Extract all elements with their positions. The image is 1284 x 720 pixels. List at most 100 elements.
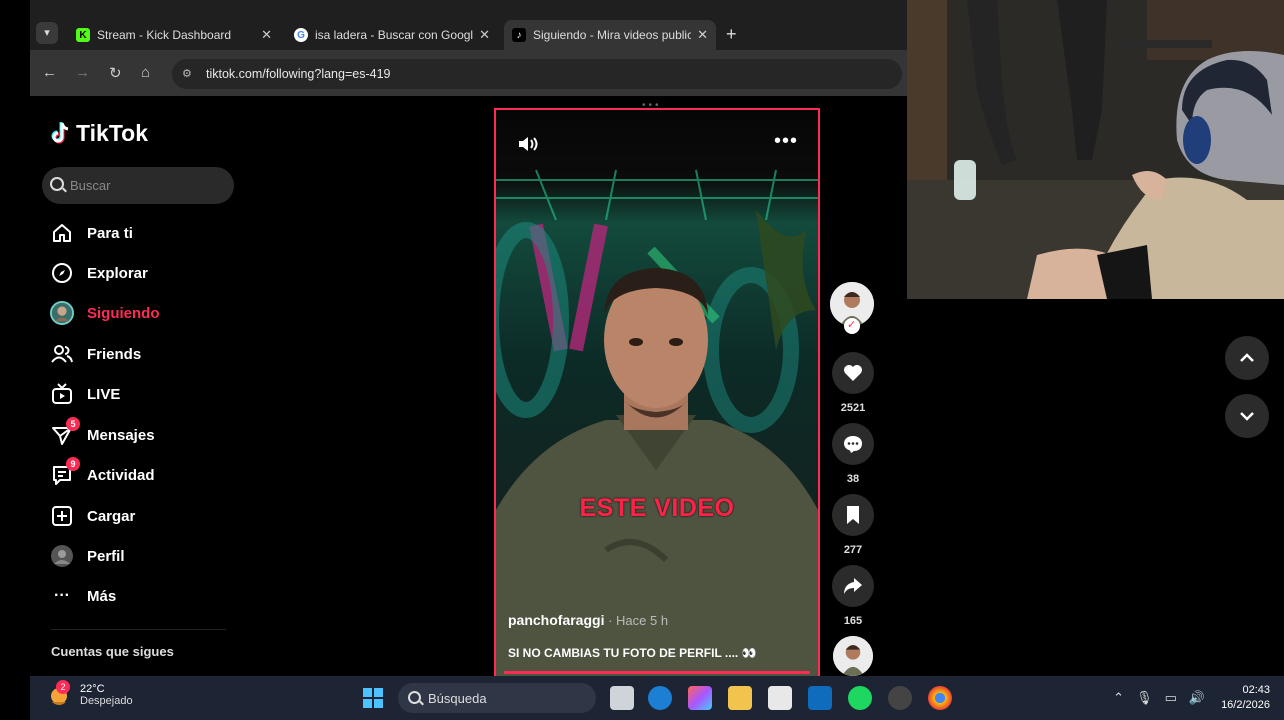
- video-author[interactable]: panchofaraggi · Hace 5 h: [508, 612, 668, 628]
- compass-icon: [50, 261, 74, 285]
- nav-label: Más: [87, 587, 117, 605]
- weather-condition: Despejado: [80, 695, 133, 707]
- home-browser-icon[interactable]: ⌂: [141, 64, 150, 81]
- windows-start-icon[interactable]: [362, 687, 384, 709]
- tab-close-icon[interactable]: ✕: [261, 27, 272, 43]
- like-count: 2521: [840, 402, 866, 414]
- search-icon: [408, 691, 421, 704]
- search-input[interactable]: Buscar: [42, 167, 234, 204]
- task-view-icon[interactable]: [610, 686, 634, 710]
- back-icon[interactable]: ←: [42, 64, 57, 81]
- webcam-overlay: [907, 0, 1284, 299]
- comment-count: 38: [846, 473, 860, 485]
- app-icon[interactable]: [888, 686, 912, 710]
- clock[interactable]: 02:43 16/2/2026: [1221, 683, 1270, 713]
- weather-widget[interactable]: 2 22°C Despejado: [46, 680, 133, 708]
- network-icon[interactable]: ▭: [1165, 690, 1177, 706]
- video-player[interactable]: ••• ESTE VIDEO panchofaraggi · Hace 5 h …: [494, 108, 820, 678]
- creator-avatar[interactable]: [833, 636, 873, 676]
- like-action[interactable]: 2521: [831, 352, 875, 414]
- google-icon: G: [294, 28, 308, 42]
- nav-label: Para ti: [87, 224, 133, 242]
- save-action[interactable]: 277: [831, 494, 875, 556]
- sidebar-divider: [51, 629, 226, 630]
- nav-item-para-ti[interactable]: Para ti: [50, 219, 133, 247]
- volume-icon[interactable]: [516, 132, 540, 156]
- previous-video-button[interactable]: [1225, 336, 1269, 380]
- logo-text: TikTok: [76, 120, 148, 146]
- live-tv-icon: [50, 382, 74, 406]
- chevron-up-icon: [1240, 353, 1254, 362]
- share-icon[interactable]: [832, 565, 874, 607]
- tab-search-menu-button[interactable]: ▾: [36, 22, 58, 44]
- new-tab-button[interactable]: +: [726, 24, 737, 45]
- nav-label: Siguiendo: [87, 304, 160, 322]
- comment-icon[interactable]: [832, 423, 874, 465]
- heart-icon[interactable]: [832, 352, 874, 394]
- video-overlay-caption: ESTE VIDEO: [579, 494, 735, 522]
- tab-close-icon[interactable]: ✕: [697, 27, 708, 43]
- following-accounts-header: Cuentas que sigues: [51, 644, 174, 659]
- next-video-button[interactable]: [1225, 394, 1269, 438]
- nav-item-actividad[interactable]: 9 Actividad: [50, 457, 155, 489]
- store-icon[interactable]: [768, 686, 792, 710]
- video-progress-bar[interactable]: [504, 671, 810, 674]
- bookmark-icon[interactable]: [832, 494, 874, 536]
- video-description: SI NO CAMBIAS TU FOTO DE PERFIL .... 👀: [508, 646, 757, 660]
- share-action[interactable]: 165: [831, 565, 875, 627]
- nav-item-mas[interactable]: ··· Más: [50, 582, 116, 610]
- system-tray: ⌃ 🎙 ▭ 🔊 02:43 16/2/2026: [1107, 676, 1270, 720]
- home-icon: [50, 221, 74, 245]
- edge-icon[interactable]: [648, 686, 672, 710]
- microphone-icon[interactable]: 🎙: [1136, 690, 1153, 706]
- chevron-up-icon[interactable]: ⌃: [1113, 690, 1124, 706]
- nav-label: Actividad: [87, 466, 155, 484]
- save-count: 277: [843, 544, 863, 556]
- file-explorer-icon[interactable]: [728, 686, 752, 710]
- address-bar[interactable]: ⚙ tiktok.com/following?lang=es-419: [172, 59, 902, 89]
- tiktok-logo[interactable]: TikTok: [50, 120, 148, 147]
- nav-item-cargar[interactable]: Cargar: [50, 502, 135, 530]
- nav-item-explorar[interactable]: Explorar: [50, 259, 148, 287]
- profile-avatar-icon: [50, 544, 74, 568]
- post-time: · Hace 5 h: [604, 613, 669, 628]
- followed-check-icon[interactable]: [844, 318, 860, 334]
- screen: ▾ K Stream - Kick Dashboard ✕ G isa lade…: [0, 0, 1284, 720]
- tab-close-icon[interactable]: ✕: [479, 27, 490, 43]
- taskbar-search-label: Búsqueda: [428, 691, 487, 706]
- taskbar-search[interactable]: Búsqueda: [398, 683, 596, 713]
- nav-item-friends[interactable]: Friends: [50, 340, 141, 368]
- tab-tiktok[interactable]: ♪ Siguiendo - Mira videos publica ✕: [504, 20, 716, 50]
- outlook-icon[interactable]: [808, 686, 832, 710]
- nav-item-live[interactable]: LIVE: [50, 380, 120, 408]
- activity-icon: 9: [50, 457, 80, 487]
- nav-item-mensajes[interactable]: 5 Mensajes: [50, 417, 155, 449]
- forward-icon[interactable]: →: [75, 64, 90, 81]
- chrome-icon[interactable]: [928, 686, 952, 710]
- spotify-icon[interactable]: [848, 686, 872, 710]
- nav-item-siguiendo[interactable]: Siguiendo: [50, 299, 160, 327]
- tab-google[interactable]: G isa ladera - Buscar con Google ✕: [286, 20, 498, 50]
- weather-temperature: 22°C: [80, 683, 105, 695]
- nav-label: Perfil: [87, 547, 125, 565]
- nav-item-perfil[interactable]: Perfil: [50, 542, 125, 570]
- author-username[interactable]: panchofaraggi: [508, 612, 604, 628]
- comment-action[interactable]: 38: [831, 423, 875, 485]
- tab-title: Siguiendo - Mira videos publica: [533, 28, 692, 42]
- site-settings-icon[interactable]: ⚙: [182, 67, 196, 81]
- copilot-icon[interactable]: [688, 686, 712, 710]
- reload-icon[interactable]: ↻: [109, 64, 122, 82]
- nav-label: Mensajes: [87, 426, 155, 444]
- friends-icon: [50, 342, 74, 366]
- windows-taskbar: 2 22°C Despejado Búsqueda ⌃ 🎙 ▭ 🔊 02:43 …: [30, 676, 1284, 720]
- messages-icon: 5: [50, 417, 80, 447]
- more-icon: ···: [54, 587, 70, 604]
- weather-icon: 2: [46, 680, 72, 708]
- chevron-down-icon: [1240, 412, 1254, 421]
- nav-label: Friends: [87, 345, 142, 363]
- webcam-image: [907, 0, 1284, 299]
- volume-icon[interactable]: 🔊: [1189, 690, 1205, 706]
- tab-kick[interactable]: K Stream - Kick Dashboard ✕: [68, 20, 280, 50]
- next-creator-avatar[interactable]: [831, 636, 875, 676]
- video-more-options-icon[interactable]: •••: [774, 130, 798, 153]
